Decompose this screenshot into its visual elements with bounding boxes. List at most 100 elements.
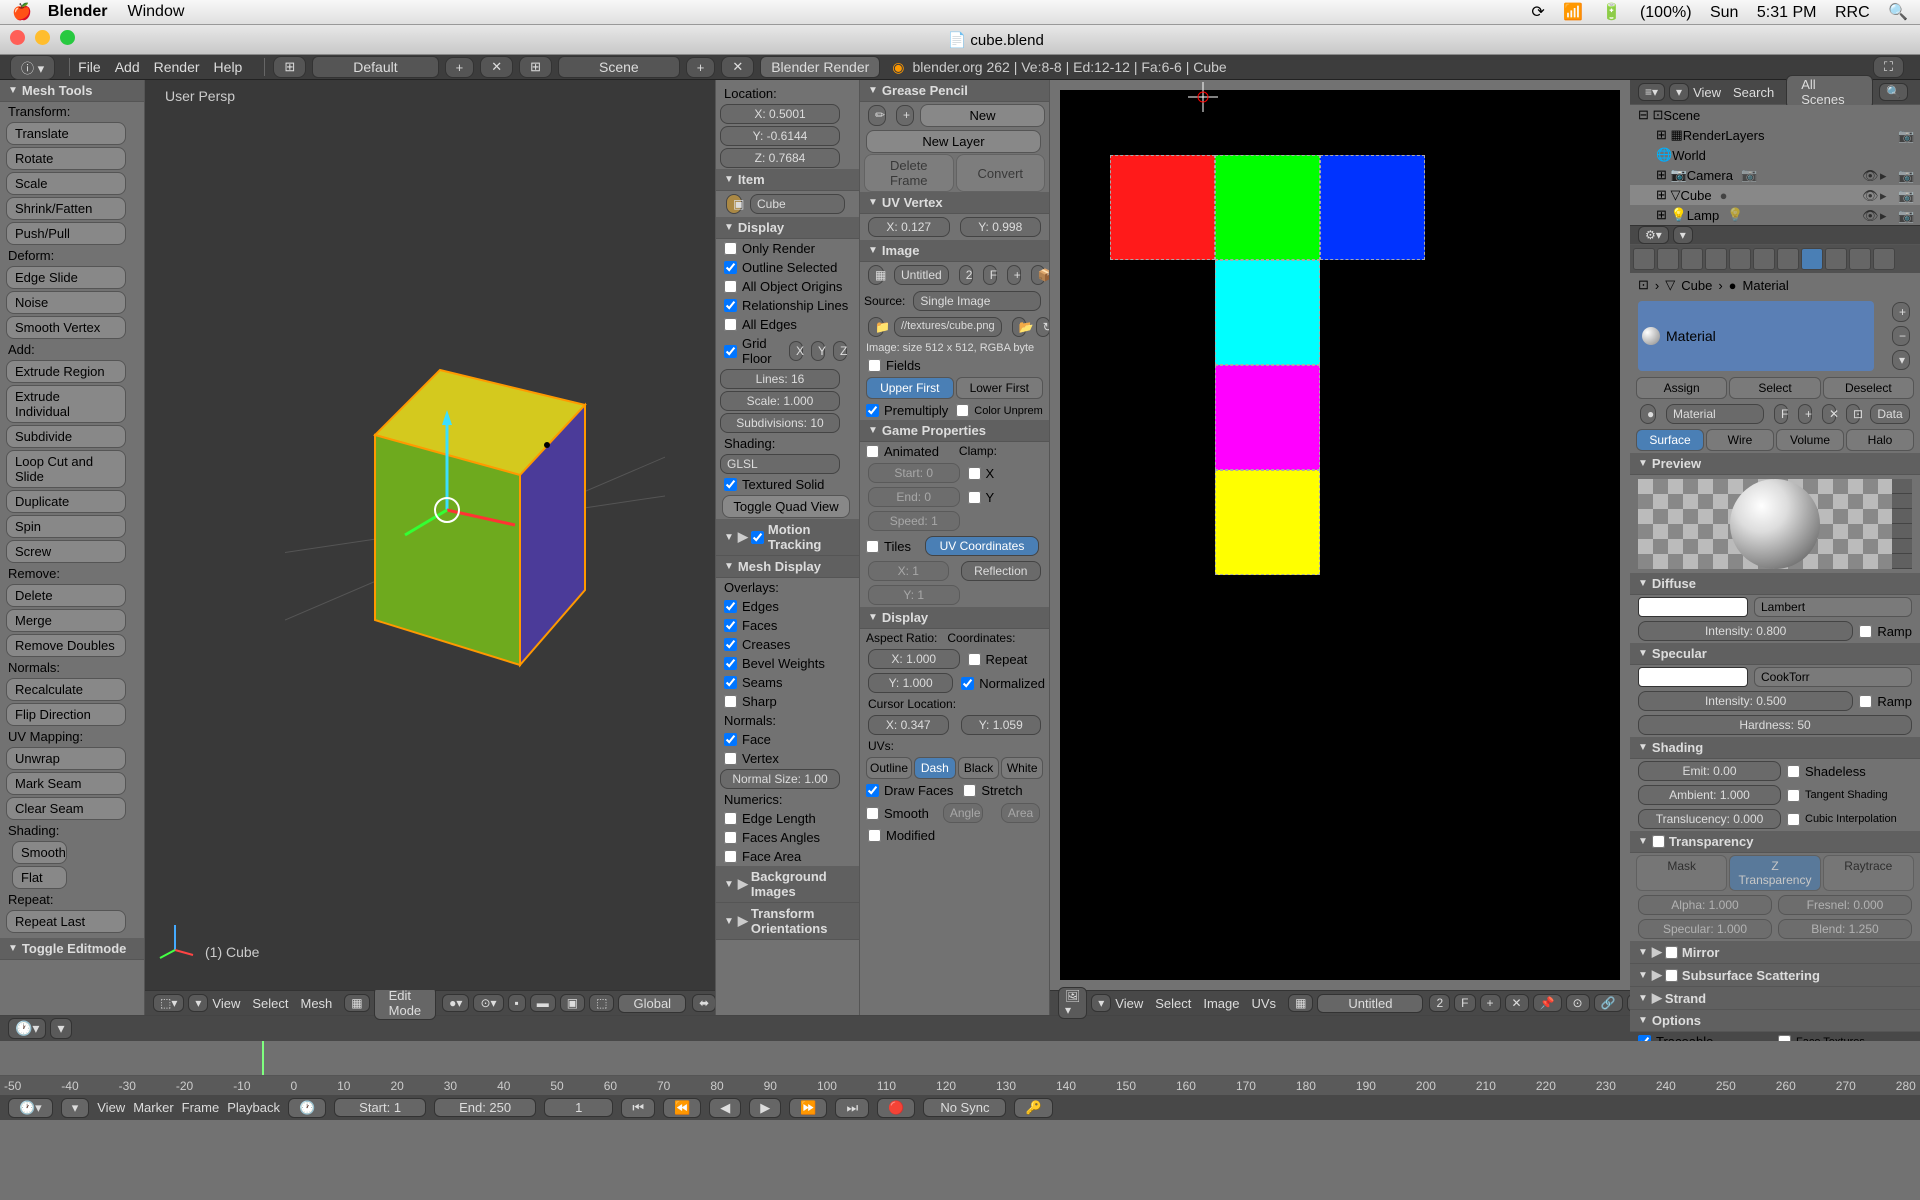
specular-shader[interactable]: CookTorr [1754,667,1912,687]
breadcrumb-cube-icon[interactable]: ▽ [1665,277,1675,293]
mode-icon[interactable]: ▦ [344,994,369,1012]
clamp-x-check[interactable] [968,467,981,480]
type-volume-button[interactable]: Volume [1776,429,1844,451]
gp-new-layer-button[interactable]: New Layer [866,130,1041,153]
push-pull-button[interactable]: Push/Pull [6,222,126,245]
material-slot[interactable]: Material [1638,301,1874,371]
grid-scale[interactable]: Scale: 1.000 [720,391,840,411]
constraints-tab-icon[interactable] [1729,248,1751,270]
all-origins-check[interactable] [724,280,737,293]
normal-size[interactable]: Normal Size: 1.00 [720,769,840,789]
sync-icon[interactable]: ⟳ [1531,4,1544,21]
specular-hardness[interactable]: Hardness: 50 [1638,715,1912,735]
uv-image-fake-icon[interactable]: F [1454,994,1475,1012]
image-open-icon[interactable]: 📂 [1012,317,1026,337]
specular-color[interactable] [1638,667,1748,687]
shadeless-check[interactable] [1787,765,1800,778]
scene-browse-icon[interactable]: ⊞ [519,56,552,78]
uv-image-browse-icon[interactable]: ▦ [1288,994,1313,1012]
options-header[interactable]: Options [1630,1010,1920,1032]
edge-sel-icon[interactable]: ▬ [530,994,556,1012]
vert-sel-icon[interactable]: ▪ [508,994,526,1012]
timeline-view-menu[interactable]: View [97,1100,125,1115]
lower-first-button[interactable]: Lower First [956,377,1044,399]
translate-button[interactable]: Translate [6,122,126,145]
props-expand-icon[interactable]: ▾ [1673,226,1693,244]
render-engine[interactable]: Blender Render [760,56,880,78]
uv-y[interactable]: Y: 0.998 [960,217,1042,237]
diffuse-shader[interactable]: Lambert [1754,597,1912,617]
mode-selector[interactable]: Edit Mode [374,986,437,1020]
timeline-marker-menu[interactable]: Marker [133,1100,173,1115]
outliner-expand-icon[interactable]: ▾ [1669,83,1689,101]
uv-face-magenta[interactable] [1215,365,1320,470]
user-name[interactable]: RRC [1835,4,1870,21]
uv-image-menu[interactable]: Image [1203,996,1239,1011]
premultiply-check[interactable] [866,404,879,417]
rel-lines-check[interactable] [724,299,737,312]
type-wire-button[interactable]: Wire [1706,429,1774,451]
mirror-header[interactable]: Mirror [1682,945,1720,960]
extrude-region-button[interactable]: Extrude Region [6,360,126,383]
seams-check[interactable] [724,676,737,689]
sharp-check[interactable] [724,695,737,708]
outliner-scene[interactable]: ⊟ ⊡ Scene [1630,105,1920,125]
toggle-editmode-header[interactable]: Toggle Editmode [0,938,144,960]
specular-intensity[interactable]: Intensity: 0.500 [1638,691,1853,711]
autokey-icon[interactable]: 🔴 [877,1098,915,1118]
grid-subdiv[interactable]: Subdivisions: 10 [720,413,840,433]
timeline-expand-icon[interactable]: ▾ [50,1018,71,1039]
uv-angle-button[interactable]: Angle [943,803,983,823]
timeline-frame-menu[interactable]: Frame [182,1100,220,1115]
scene-tab-icon[interactable] [1657,248,1679,270]
transform-orientation[interactable]: Global [618,994,686,1013]
loc-y[interactable]: Y: -0.6144 [720,126,840,146]
gp-delete-frame-button[interactable]: Delete Frame [864,154,954,192]
recalculate-button[interactable]: Recalculate [6,678,126,701]
transp-spec-value[interactable]: Specular: 1.000 [1638,919,1772,939]
scene-name[interactable]: Scene [558,56,680,78]
timeline-expand-icon2[interactable]: ▾ [61,1098,90,1118]
uv-area-button[interactable]: Area [1001,803,1040,823]
objectdata-tab-icon[interactable] [1777,248,1799,270]
timeline-editor-icon2[interactable]: 🕐▾ [8,1098,53,1118]
repeat-last-button[interactable]: Repeat Last [6,910,126,933]
timeline-playback-menu[interactable]: Playback [227,1100,280,1115]
spin-button[interactable]: Spin [6,515,126,538]
preview-cube-icon[interactable] [1892,509,1912,524]
uv-uvs-menu[interactable]: UVs [1252,996,1277,1011]
repeat-check[interactable] [968,653,981,666]
play-reverse-icon[interactable]: ◀ [709,1098,741,1118]
timeline-cursor[interactable] [262,1041,264,1075]
timeline-editor-icon[interactable]: 🕐▾ [8,1018,46,1039]
upper-first-button[interactable]: Upper First [866,377,954,399]
help-menu[interactable]: Help [214,59,243,75]
clock-day[interactable]: Sun [1710,4,1738,21]
fresnel-value[interactable]: Fresnel: 0.000 [1778,895,1912,915]
keyframe-next-icon[interactable]: ⏩ [789,1098,827,1118]
bevel-check[interactable] [724,657,737,670]
end-frame[interactable]: End: 250 [434,1098,536,1117]
spotlight-icon[interactable]: 🔍 [1888,4,1908,21]
apple-menu-icon[interactable]: 🍎 [12,2,32,22]
image-browse-icon[interactable]: ▦ [868,265,884,285]
all-edges-check[interactable] [724,318,737,331]
alpha-value[interactable]: Alpha: 1.000 [1638,895,1772,915]
delete-button[interactable]: Delete [6,584,126,607]
display-header[interactable]: Display [716,217,859,239]
layout-browse-icon[interactable]: ⊞ [273,56,306,78]
mirror-enable-check[interactable] [1665,946,1678,959]
unwrap-button[interactable]: Unwrap [6,747,126,770]
outliner-editor-icon[interactable]: ≡▾ [1638,83,1665,101]
object-tab-icon[interactable] [1705,248,1727,270]
gp-convert-button[interactable]: Convert [956,154,1046,192]
face-area-check[interactable] [724,850,737,863]
render-menu[interactable]: Render [154,59,200,75]
expand-icon[interactable]: ▾ [188,994,208,1012]
specular-header[interactable]: Specular [1630,643,1920,665]
fields-check[interactable] [868,359,881,372]
loc-x[interactable]: X: 0.5001 [720,104,840,124]
image-pack-icon[interactable]: 📦 [1031,265,1045,285]
scene-add-icon[interactable]: + [686,57,716,78]
tangent-check[interactable] [1787,789,1800,802]
